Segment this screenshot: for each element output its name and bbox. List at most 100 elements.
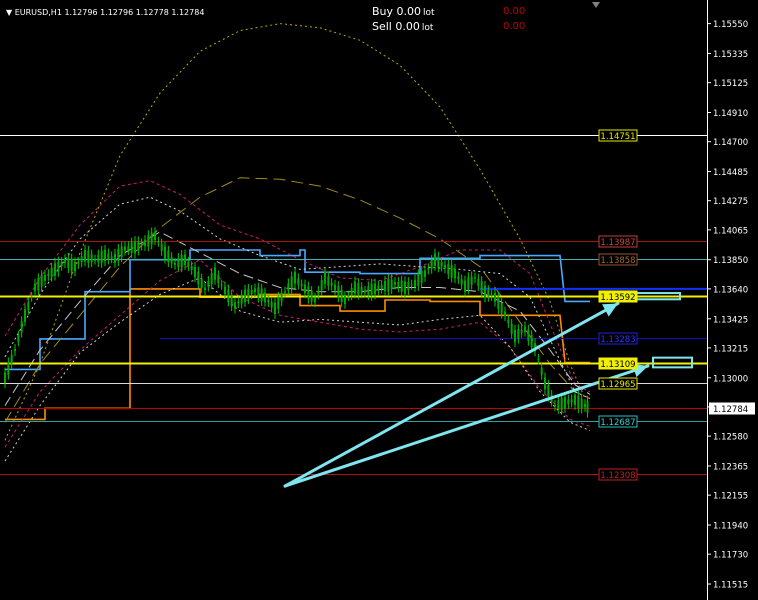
candle-body — [214, 267, 216, 280]
candle-body — [324, 271, 326, 285]
candle-body — [380, 285, 383, 289]
candle-body — [197, 271, 200, 285]
chart-area[interactable]: 1.15550 1.15335 1.15125 1.14910 1.14700 1.144… — [0, 0, 758, 600]
candle-body — [354, 281, 356, 294]
candle-body — [230, 294, 233, 307]
candle-body — [300, 284, 303, 287]
candle-body — [547, 384, 550, 397]
candle-body — [444, 264, 446, 269]
candle-body — [20, 321, 23, 333]
candle-body — [70, 258, 73, 272]
candle-body — [320, 280, 323, 291]
candle-body — [377, 285, 380, 291]
candle-body — [114, 253, 116, 263]
candle-body — [510, 323, 513, 334]
candle-body — [34, 283, 36, 292]
candle-body — [514, 329, 516, 343]
sell-lot-unit: lot — [421, 23, 434, 33]
candle-body — [317, 290, 320, 295]
candle-body — [150, 232, 153, 245]
candle-body — [574, 395, 576, 405]
candle-body — [457, 276, 460, 280]
y-tick-label: 1.14275 — [713, 197, 748, 207]
candle-body — [334, 284, 336, 291]
candle-body — [24, 309, 26, 322]
candle-body — [337, 286, 340, 298]
candle-body — [137, 241, 140, 251]
candle-body — [167, 250, 170, 263]
candle-body — [414, 279, 416, 287]
candle-body — [90, 254, 93, 263]
candle-body — [130, 242, 133, 253]
candle-body — [17, 335, 20, 342]
candle-body — [340, 289, 343, 302]
candle-body — [497, 296, 500, 309]
y-tick-label: 1.13425 — [713, 315, 748, 325]
y-tick-label: 1.11730 — [713, 551, 748, 561]
candle-body — [410, 284, 413, 286]
y-tick-label: 1.15335 — [713, 50, 748, 60]
level-label-3: 1.13592 — [600, 293, 635, 303]
candle-body — [247, 288, 250, 300]
candle-body — [287, 283, 290, 291]
candle-body — [57, 261, 60, 272]
candle-body — [586, 400, 589, 413]
candle-body — [417, 274, 420, 287]
candle-body — [254, 288, 256, 293]
candle-body — [110, 256, 113, 259]
candle-body — [284, 291, 286, 293]
candle-body — [270, 301, 273, 308]
candle-body — [577, 395, 580, 409]
candle-body — [37, 278, 40, 291]
candle-body — [400, 280, 403, 292]
candle-body — [434, 253, 436, 266]
y-tick-label: 1.13215 — [713, 344, 748, 354]
candle-body — [127, 246, 130, 251]
candle-body — [314, 297, 316, 303]
y-tick-label: 1.15550 — [713, 20, 748, 30]
candle-body — [440, 262, 443, 267]
candle-body — [207, 280, 210, 287]
candle-body — [87, 250, 90, 264]
candle-body — [60, 261, 63, 266]
candle-body — [180, 254, 183, 268]
y-tick-label: 1.12580 — [713, 433, 748, 443]
candle-body — [7, 362, 10, 375]
candle-body — [274, 302, 276, 314]
buy-lot-unit: lot — [423, 8, 435, 18]
candle-body — [507, 319, 510, 323]
candle-body — [404, 281, 406, 294]
candle-body — [537, 358, 540, 360]
candle-body — [117, 248, 120, 262]
candle-body — [584, 404, 586, 407]
candle-body — [74, 262, 76, 272]
candle-body — [260, 288, 263, 302]
buy-info: Buy 0.00 lot — [372, 5, 435, 18]
dropdown-triangle-icon[interactable]: ▼ — [6, 8, 12, 17]
candle-body — [134, 240, 136, 254]
candle-body — [360, 287, 363, 294]
candle-body — [244, 289, 246, 303]
candle-body — [187, 261, 190, 267]
candle-body — [330, 282, 333, 286]
sell-info: Sell 0.00 lot — [372, 20, 433, 33]
candle-body — [94, 259, 96, 261]
candle-body — [27, 302, 30, 310]
price-chart[interactable]: 1.15550 1.15335 1.15125 1.14910 1.14700 1.144… — [0, 0, 758, 600]
candle-body — [374, 283, 376, 295]
candle-body — [47, 273, 50, 277]
candle-body — [357, 283, 360, 295]
y-tick-label: 1.13640 — [713, 285, 748, 295]
y-tick-label: 1.11940 — [713, 522, 748, 532]
candle-body — [164, 246, 166, 259]
candle-body — [64, 259, 66, 264]
candle-body — [240, 294, 243, 304]
candle-body — [177, 257, 180, 268]
candle-body — [44, 274, 46, 281]
candle-body — [54, 263, 56, 276]
candle-body — [280, 293, 283, 302]
candle-body — [580, 398, 583, 409]
candle-body — [10, 354, 13, 364]
candle-body — [470, 276, 473, 285]
candle-body — [200, 278, 203, 289]
